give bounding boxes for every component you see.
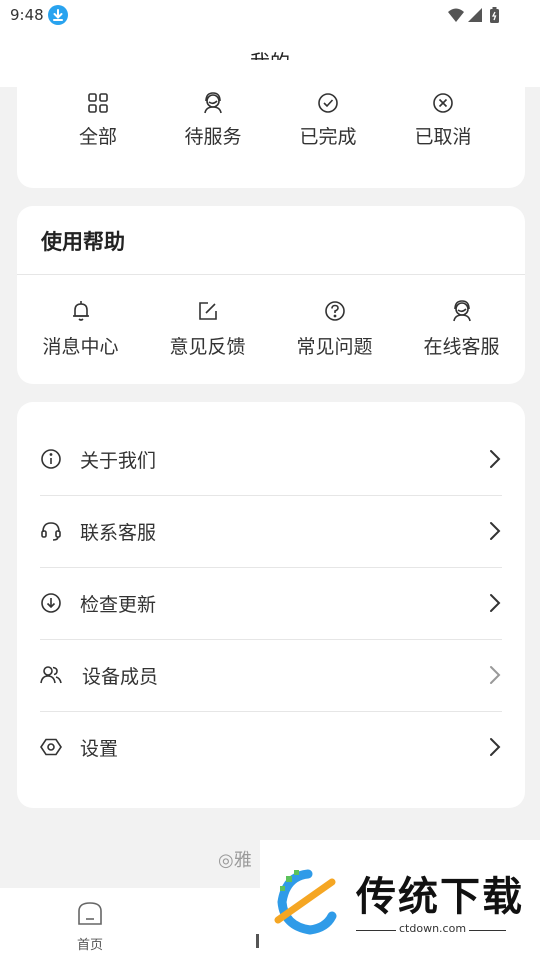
edit-icon <box>195 298 221 324</box>
service-agent-icon <box>449 298 475 324</box>
help-faq-button[interactable]: 常见问题 <box>271 298 398 359</box>
order-completed-label: 已完成 <box>299 126 357 148</box>
download-badge-icon <box>48 5 68 25</box>
help-card: 使用帮助 消息中心 意见反馈 常见问题 在线客服 <box>17 206 525 384</box>
order-pending-label: 待服务 <box>184 126 242 148</box>
service-agent-icon <box>200 90 226 116</box>
chevron-right-icon <box>488 447 502 471</box>
battery-icon <box>490 7 499 23</box>
check-circle-icon <box>315 90 341 116</box>
wifi-icon <box>448 8 464 22</box>
help-feedback-button[interactable]: 意见反馈 <box>144 298 271 359</box>
question-circle-icon <box>322 298 348 324</box>
home-icon <box>78 902 102 925</box>
tab-home-label: 首页 <box>76 938 103 953</box>
signal-icon <box>468 8 482 22</box>
help-section-title: 使用帮助 <box>41 230 125 254</box>
chevron-right-icon <box>488 735 502 759</box>
watermark-logo-icon <box>268 862 348 942</box>
chevron-right-icon <box>488 663 502 687</box>
divider <box>17 274 525 275</box>
grid-icon <box>85 90 111 116</box>
download-circle-icon <box>40 592 62 614</box>
watermark-brand: 传统下载 <box>356 874 524 920</box>
menu-item-settings[interactable]: 设置 <box>40 712 502 784</box>
users-icon <box>40 664 62 686</box>
order-cancelled-button[interactable]: 已取消 <box>388 90 498 149</box>
menu-item-label: 检查更新 <box>80 594 157 616</box>
help-feedback-label: 意见反馈 <box>169 336 246 358</box>
menu-item-label: 设置 <box>80 738 119 760</box>
status-bar: 9:48 <box>0 0 540 32</box>
x-circle-icon <box>430 90 456 116</box>
help-faq-label: 常见问题 <box>296 336 373 358</box>
menu-item-about[interactable]: 关于我们 <box>40 424 502 496</box>
menu-item-contact-service[interactable]: 联系客服 <box>40 496 502 568</box>
menu-item-label: 设备成员 <box>82 666 159 688</box>
help-message-center-button[interactable]: 消息中心 <box>17 298 144 359</box>
status-time: 9:48 <box>10 6 44 24</box>
menu-item-label: 关于我们 <box>80 450 157 472</box>
order-cancelled-label: 已取消 <box>414 126 472 148</box>
headset-icon <box>40 520 62 542</box>
chevron-right-icon <box>488 591 502 615</box>
help-message-center-label: 消息中心 <box>42 336 119 358</box>
help-online-service-label: 在线客服 <box>423 336 500 358</box>
tab-home[interactable]: 首页 <box>60 900 120 953</box>
order-all-button[interactable]: 全部 <box>43 90 153 149</box>
hexagon-settings-icon <box>40 736 62 758</box>
order-all-label: 全部 <box>78 126 117 148</box>
menu-item-device-members[interactable]: 设备成员 <box>40 640 502 712</box>
help-online-service-button[interactable]: 在线客服 <box>398 298 525 359</box>
order-pending-button[interactable]: 待服务 <box>158 90 268 149</box>
info-circle-icon <box>40 448 62 470</box>
chevron-right-icon <box>488 519 502 543</box>
order-completed-button[interactable]: 已完成 <box>273 90 383 149</box>
menu-item-check-update[interactable]: 检查更新 <box>40 568 502 640</box>
watermark-overlay: 传统下载 ctdown.com <box>260 840 540 960</box>
watermark-url: ctdown.com <box>396 922 470 935</box>
settings-menu-card: 关于我们 联系客服 检查更新 设备成员 设置 <box>17 402 525 808</box>
tab-partial-icon <box>256 934 259 948</box>
footer-copyright: ◎雅 <box>218 850 252 871</box>
menu-item-label: 联系客服 <box>80 522 157 544</box>
orders-card: 全部 待服务 已完成 已取消 <box>17 60 525 188</box>
bell-icon <box>68 298 94 324</box>
